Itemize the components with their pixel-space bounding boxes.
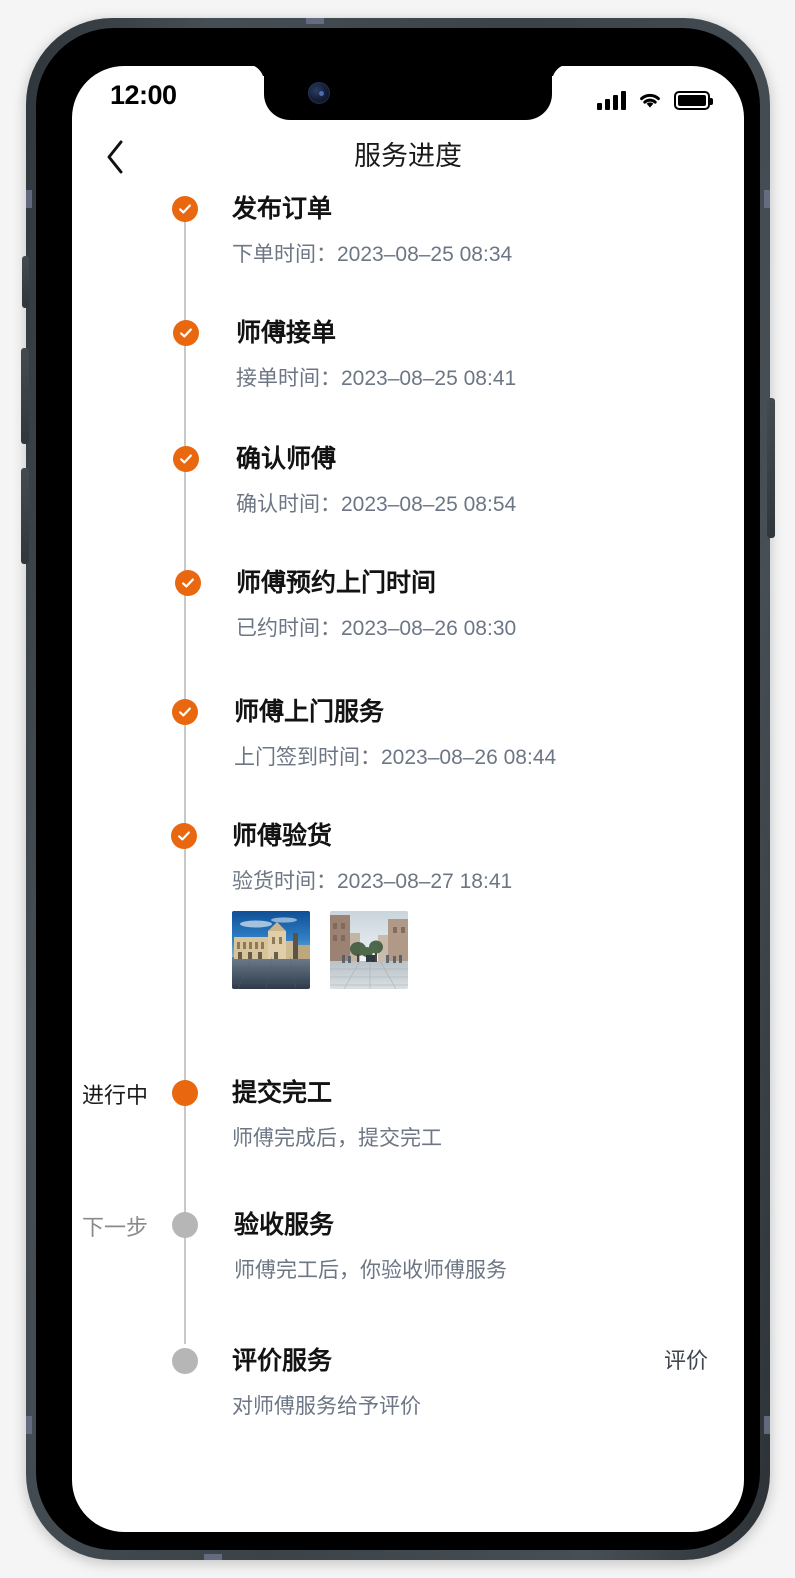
service-progress-timeline: 发布订单 下单时间：2023–08–25 08:34 师傅接单 接单时间：202… (72, 194, 744, 1524)
timeline-step-title: 师傅接单 (236, 319, 337, 347)
step-status-check-icon (171, 823, 197, 849)
timeline-step-desc: 已约时间：2023–08–26 08:30 (236, 617, 517, 640)
timeline-step-title: 师傅预约上门时间 (236, 569, 437, 597)
photo-plaza-buildings[interactable] (232, 911, 310, 989)
timeline-connector-line (184, 216, 186, 1344)
timeline-step-desc: 上门签到时间：2023–08–26 08:44 (234, 746, 557, 769)
timeline-stage-label: 进行中 (81, 1083, 148, 1108)
inspection-photo-list (232, 911, 512, 989)
antenna-line (306, 18, 324, 24)
timeline-step-body: 提交完工 师傅完成后，提交完工 (232, 1078, 442, 1152)
battery-full-icon (674, 91, 713, 110)
timeline-step-title: 提交完工 (232, 1079, 333, 1107)
timeline-step-title: 师傅上门服务 (234, 698, 385, 726)
timeline-stage-label: 下一步 (81, 1215, 148, 1240)
phone-screen: 12:00 服务进度 发布订单 下单时间：2023–08–25 08:34 师傅… (72, 66, 744, 1532)
status-bar-time: 12:00 (110, 80, 177, 110)
timeline-step-body: 师傅验货 验货时间：2023–08–27 18:41 (232, 821, 512, 989)
timeline-step-desc: 师傅完成后，提交完工 (232, 1127, 442, 1150)
timeline-step-body: 师傅接单 接单时间：2023–08–25 08:41 (236, 318, 516, 392)
power-button[interactable] (767, 398, 775, 538)
timeline-step-title: 师傅验货 (232, 822, 333, 850)
timeline-step-desc: 师傅完工后，你验收师傅服务 (234, 1259, 507, 1282)
status-bar-icons (597, 84, 713, 110)
antenna-line (26, 1416, 32, 1434)
step-status-current-dot (172, 1080, 198, 1106)
timeline-step-body: 发布订单 下单时间：2023–08–25 08:34 (232, 194, 512, 268)
timeline-step-body: 师傅预约上门时间 已约时间：2023–08–26 08:30 (236, 568, 516, 642)
timeline-step-title: 验收服务 (234, 1211, 335, 1239)
antenna-line (26, 190, 32, 208)
timeline-step-desc: 确认时间：2023–08–25 08:54 (236, 493, 517, 516)
timeline-step-title: 发布订单 (232, 195, 333, 223)
volume-down-button[interactable] (21, 468, 29, 564)
signal-bars-icon (597, 90, 626, 110)
antenna-line (764, 1416, 770, 1434)
timeline-step-title: 评价服务 (232, 1347, 333, 1375)
notch (264, 66, 552, 120)
front-camera-icon (308, 82, 330, 104)
antenna-line (764, 190, 770, 208)
step-status-check-icon (175, 570, 201, 596)
timeline-step-desc: 接单时间：2023–08–25 08:41 (236, 367, 517, 390)
timeline-step-body: 评价服务 对师傅服务给予评价 (232, 1346, 421, 1420)
wifi-icon (637, 90, 663, 110)
step-status-check-icon (172, 196, 198, 222)
timeline-step-desc: 下单时间：2023–08–25 08:34 (232, 243, 513, 266)
nav-bar: 服务进度 (72, 128, 744, 188)
phone-bezel: 12:00 服务进度 发布订单 下单时间：2023–08–25 08:34 师傅… (36, 28, 760, 1550)
timeline-step-desc: 对师傅服务给予评价 (232, 1395, 421, 1418)
rate-service-button[interactable]: 评价 (664, 1346, 708, 1376)
page-title: 服务进度 (354, 141, 462, 171)
silent-switch-button[interactable] (22, 256, 29, 308)
step-status-check-icon (173, 320, 199, 346)
timeline-step-desc: 验货时间：2023–08–27 18:41 (232, 870, 513, 893)
timeline-step-body: 验收服务 师傅完工后，你验收师傅服务 (234, 1210, 507, 1284)
antenna-line (204, 1554, 222, 1560)
timeline-step-title: 确认师傅 (236, 445, 337, 473)
timeline-step-body: 确认师傅 确认时间：2023–08–25 08:54 (236, 444, 516, 518)
step-status-pending-dot (172, 1348, 198, 1374)
step-status-pending-dot (172, 1212, 198, 1238)
timeline-step-body: 师傅上门服务 上门签到时间：2023–08–26 08:44 (234, 697, 556, 771)
volume-up-button[interactable] (21, 348, 29, 444)
photo-pedestrian-street[interactable] (330, 911, 408, 989)
phone-frame: 12:00 服务进度 发布订单 下单时间：2023–08–25 08:34 师傅… (21, 18, 775, 1560)
step-status-check-icon (172, 699, 198, 725)
step-status-check-icon (173, 446, 199, 472)
